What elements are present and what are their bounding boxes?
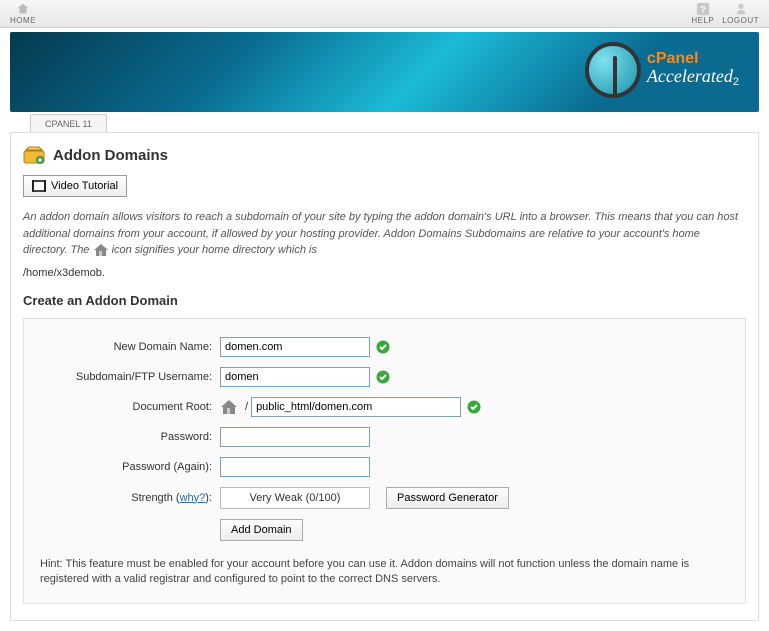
help-label: HELP	[691, 16, 714, 25]
subdomain-label: Subdomain/FTP Username:	[40, 371, 220, 383]
password-generator-button[interactable]: Password Generator	[386, 487, 509, 509]
logout-label: LOGOUT	[722, 16, 759, 25]
film-icon	[32, 180, 46, 192]
home-path: /home/x3demob.	[23, 267, 746, 279]
svg-text:?: ?	[700, 5, 706, 16]
video-tutorial-button[interactable]: Video Tutorial	[23, 175, 127, 197]
cpanel-logo-icon	[585, 42, 641, 98]
top-toolbar: HOME ? HELP LOGOUT	[0, 0, 769, 28]
description: An addon domain allows visitors to reach…	[23, 209, 746, 259]
form-hint: Hint: This feature must be enabled for y…	[40, 557, 729, 588]
new-domain-input[interactable]	[220, 337, 370, 357]
banner: cPanel Accelerated2	[10, 32, 759, 112]
strength-why-link[interactable]: why?	[180, 492, 206, 504]
home-link[interactable]: HOME	[10, 2, 36, 25]
password-again-input[interactable]	[220, 457, 370, 477]
logout-link[interactable]: LOGOUT	[722, 2, 759, 25]
description-text-2: icon signifies your home directory which…	[112, 244, 317, 256]
form-panel: New Domain Name: Subdomain/FTP Username:…	[23, 318, 746, 605]
addon-domains-icon	[23, 145, 45, 165]
tab-cpanel11[interactable]: CPANEL 11	[30, 114, 107, 132]
docroot-input[interactable]	[251, 397, 461, 417]
brand-accelerated: Accelerated	[647, 66, 733, 86]
home-icon	[16, 2, 30, 16]
strength-meter: Very Weak (0/100)	[220, 487, 370, 509]
home-dir-icon	[220, 399, 238, 415]
home-label: HOME	[10, 16, 36, 25]
password-label: Password:	[40, 431, 220, 443]
main-content: Addon Domains Video Tutorial An addon do…	[10, 132, 759, 621]
brand-cpanel: cPanel	[647, 51, 739, 67]
brand-two: 2	[733, 77, 739, 89]
brand-logo: cPanel Accelerated2	[585, 42, 739, 98]
path-slash: /	[245, 401, 248, 413]
valid-check-icon	[376, 340, 390, 354]
logout-icon	[734, 2, 748, 16]
tab-bar: CPANEL 11	[0, 114, 769, 132]
video-tutorial-label: Video Tutorial	[51, 180, 118, 192]
new-domain-label: New Domain Name:	[40, 341, 220, 353]
password-input[interactable]	[220, 427, 370, 447]
valid-check-icon	[467, 400, 481, 414]
password-again-label: Password (Again):	[40, 461, 220, 473]
strength-label: Strength (why?):	[40, 492, 220, 504]
subdomain-input[interactable]	[220, 367, 370, 387]
valid-check-icon	[376, 370, 390, 384]
help-link[interactable]: ? HELP	[691, 2, 714, 25]
section-title: Create an Addon Domain	[23, 293, 746, 308]
page-title: Addon Domains	[53, 147, 168, 164]
docroot-label: Document Root:	[40, 401, 220, 413]
help-icon: ?	[696, 2, 710, 16]
home-dir-icon	[93, 243, 109, 257]
add-domain-button[interactable]: Add Domain	[220, 519, 303, 541]
